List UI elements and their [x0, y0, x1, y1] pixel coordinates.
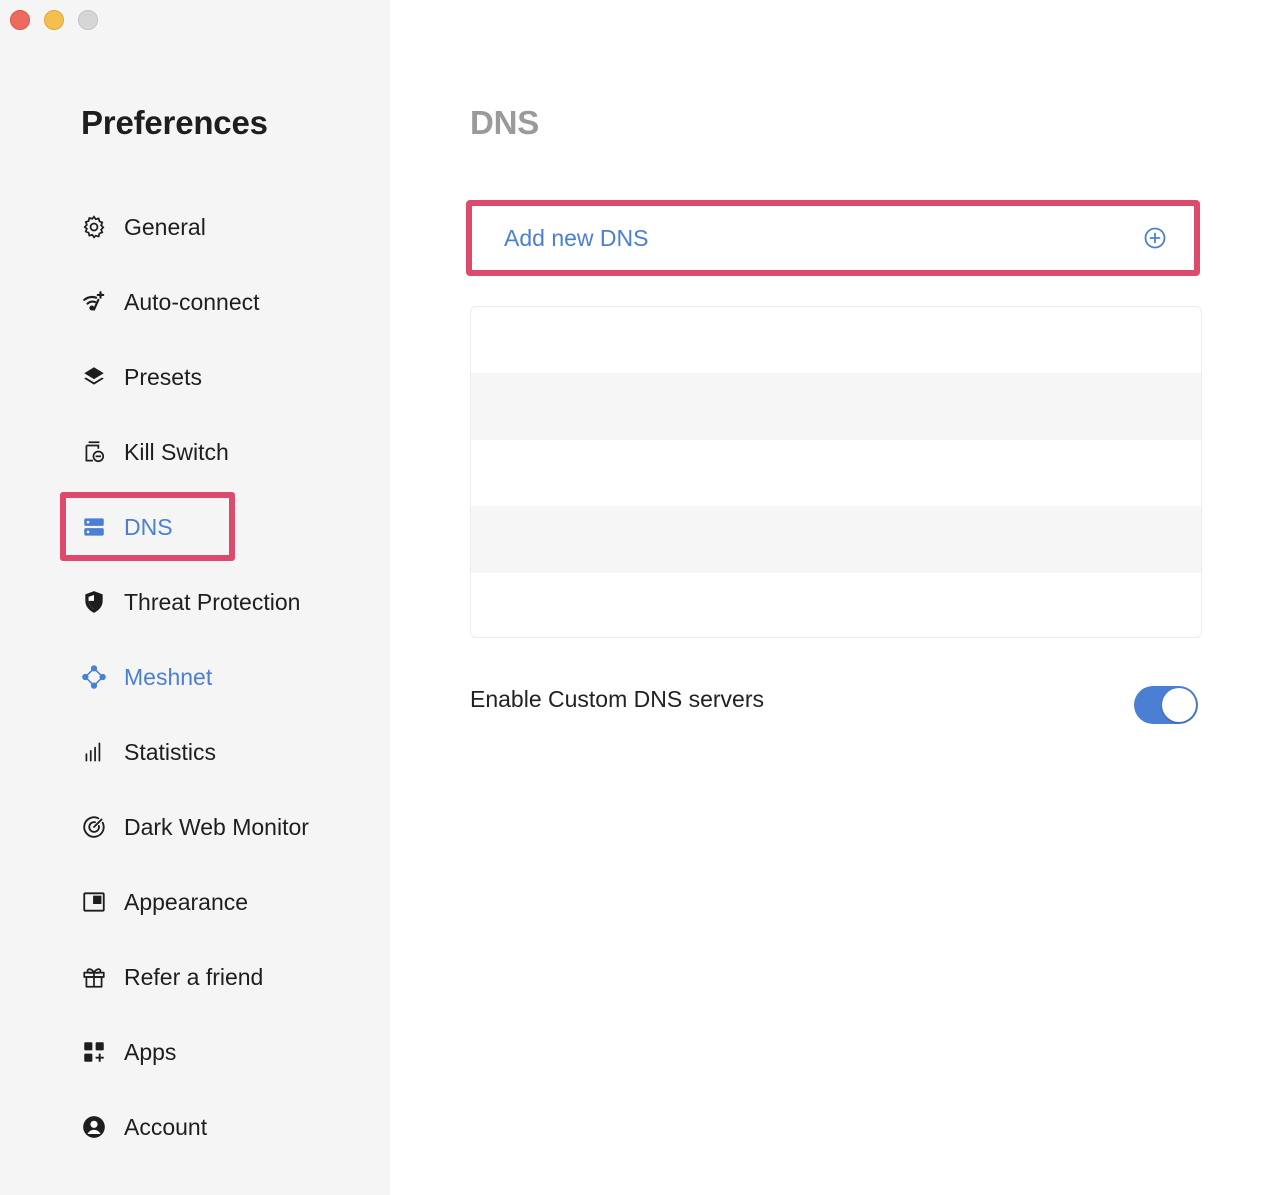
page-title: DNS: [470, 104, 540, 141]
sidebar-item-presets[interactable]: Presets: [78, 357, 202, 397]
sidebar-item-label: Threat Protection: [124, 588, 301, 615]
layers-icon: [78, 361, 110, 393]
sidebar-item-label: Refer a friend: [124, 963, 264, 990]
sidebar-item-label: Appearance: [124, 888, 249, 915]
wifi-sparkle-icon: [78, 286, 110, 318]
dns-list-row[interactable]: [471, 373, 1201, 440]
sidebar-item-kill-switch[interactable]: Kill Switch: [78, 432, 229, 472]
dns-list-row[interactable]: [471, 573, 1201, 637]
sidebar-item-label: Account: [124, 1113, 208, 1140]
sidebar-item-threat-protection[interactable]: Threat Protection: [78, 582, 300, 622]
main-content: DNS Add new DNS Enable Custom DNS server…: [390, 0, 1280, 1195]
add-new-dns-button[interactable]: Add new DNS: [466, 200, 1200, 276]
sidebar-item-meshnet[interactable]: Meshnet: [78, 657, 212, 697]
apps-grid-icon: [78, 1036, 110, 1068]
custom-dns-toggle-label: Enable Custom DNS servers: [470, 686, 764, 712]
dns-list-row[interactable]: [471, 506, 1201, 573]
zoom-window-button[interactable]: [78, 10, 98, 30]
add-new-dns-label: Add new DNS: [504, 224, 649, 251]
custom-dns-toggle[interactable]: [1134, 686, 1198, 724]
sidebar-item-dns[interactable]: DNS: [78, 507, 173, 547]
bar-chart-icon: [78, 736, 110, 768]
meshnet-icon: [78, 661, 110, 693]
sidebar-item-statistics[interactable]: Statistics: [78, 732, 216, 772]
window-controls: [10, 10, 98, 30]
radar-icon: [78, 811, 110, 843]
sidebar-item-appearance[interactable]: Appearance: [78, 882, 248, 922]
sidebar-item-general[interactable]: General: [78, 207, 206, 247]
sidebar: Preferences General Auto-connect Presets…: [0, 0, 390, 1195]
appearance-icon: [78, 886, 110, 918]
sidebar-item-label: Auto-connect: [124, 288, 260, 315]
sidebar-item-label: Presets: [124, 363, 202, 390]
sidebar-item-apps[interactable]: Apps: [78, 1032, 176, 1072]
sidebar-item-label: Kill Switch: [124, 438, 229, 465]
minimize-window-button[interactable]: [44, 10, 64, 30]
custom-dns-setting: Enable Custom DNS servers: [470, 682, 1200, 726]
gift-icon: [78, 961, 110, 993]
sidebar-item-label: DNS: [124, 513, 173, 540]
sidebar-item-account[interactable]: Account: [78, 1107, 207, 1147]
gear-icon: [78, 211, 110, 243]
toggle-knob: [1162, 688, 1196, 722]
dns-list-row[interactable]: [471, 440, 1201, 506]
shield-icon: [78, 586, 110, 618]
dns-list-row[interactable]: [471, 307, 1201, 373]
user-circle-icon: [78, 1111, 110, 1143]
server-icon: [78, 511, 110, 543]
dns-server-list: [470, 306, 1202, 638]
sidebar-item-label: General: [124, 213, 206, 240]
sidebar-item-refer-a-friend[interactable]: Refer a friend: [78, 957, 263, 997]
sidebar-item-label: Dark Web Monitor: [124, 813, 309, 840]
sidebar-item-auto-connect[interactable]: Auto-connect: [78, 282, 260, 322]
sidebar-item-dark-web-monitor[interactable]: Dark Web Monitor: [78, 807, 309, 847]
sidebar-item-label: Statistics: [124, 738, 217, 765]
close-window-button[interactable]: [10, 10, 30, 30]
plus-circle-icon[interactable]: [1142, 225, 1168, 251]
kill-switch-icon: [78, 436, 110, 468]
sidebar-item-label: Apps: [124, 1038, 177, 1065]
sidebar-item-label: Meshnet: [124, 663, 213, 690]
sidebar-title: Preferences: [81, 104, 268, 141]
